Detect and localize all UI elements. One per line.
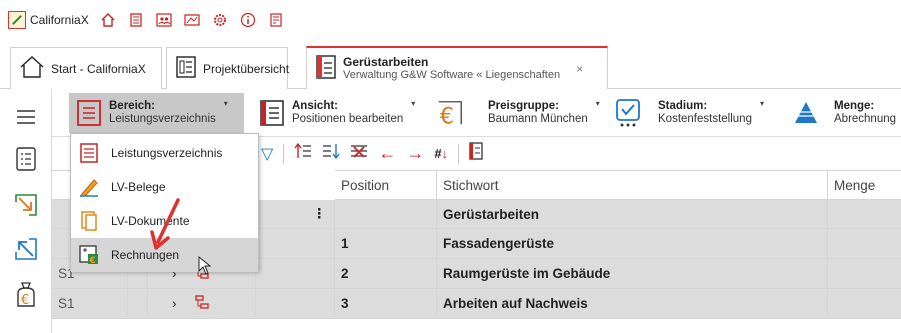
row-position: 3 — [335, 289, 437, 319]
row-position: 2 — [335, 259, 437, 289]
row-tree-cell: › — [148, 289, 256, 319]
preisgruppe-selector[interactable]: € Preisgruppe: Baumann München ▾ — [430, 93, 600, 133]
document-icon[interactable] — [469, 142, 483, 165]
row-stichwort[interactable]: Fassadengerüste — [437, 229, 828, 259]
view-document-icon — [258, 99, 286, 127]
tab-label: Projektübersicht — [203, 61, 290, 76]
document-icon — [315, 54, 337, 83]
row-prefix: S1 — [52, 289, 128, 319]
pyramid-icon — [792, 99, 820, 127]
list-document-icon — [175, 55, 197, 82]
grid-header-position[interactable]: Position — [335, 170, 437, 200]
ansicht-label: Ansicht: — [292, 100, 338, 112]
indent-up-icon[interactable] — [294, 142, 312, 165]
row-position — [335, 200, 437, 229]
row-stichwort[interactable]: Arbeiten auf Nachweis — [437, 289, 828, 319]
tab-projektuebersicht[interactable]: Projektübersicht — [166, 47, 290, 89]
map-icon[interactable] — [183, 11, 201, 29]
toolbar-separator — [458, 143, 460, 164]
row-menge — [828, 200, 901, 229]
left-sidebar: € — [0, 89, 52, 333]
hierarchy-icon — [194, 295, 209, 312]
people-icon[interactable] — [155, 11, 173, 29]
annotation-arrow-icon — [150, 198, 180, 250]
invoice-icon: € — [79, 245, 99, 265]
svg-text:€: € — [21, 293, 29, 308]
documents-icon — [79, 211, 99, 231]
preisgruppe-value: Baumann München — [488, 113, 588, 125]
hamburger-menu-icon[interactable] — [12, 103, 40, 131]
price-bag-icon[interactable]: € — [12, 281, 40, 309]
home-icon[interactable] — [99, 11, 117, 29]
stadium-label: Stadium: — [658, 100, 708, 112]
row-spacer — [256, 259, 335, 289]
preisgruppe-label: Preisgruppe: — [488, 100, 559, 112]
ansicht-selector[interactable]: Ansicht: Positionen bearbeiten ▾ — [252, 93, 420, 133]
checklist-document-icon[interactable] — [12, 145, 40, 173]
ribbon-toolbar: Bereich: Leistungsverzeichnis ▾ Ansicht:… — [52, 89, 901, 137]
pencil-icon — [79, 177, 99, 197]
row-spacer — [128, 289, 148, 319]
tab-label: Start - CaliforniaX — [51, 61, 146, 76]
menu-item-leistungsverzeichnis[interactable]: Leistungsverzeichnis — [71, 136, 258, 170]
row-position: 1 — [335, 229, 437, 259]
chevron-down-icon: ▾ — [759, 99, 764, 108]
document-list-icon — [79, 143, 99, 163]
menge-label: Menge: — [834, 100, 875, 112]
row-stichwort[interactable]: Raumgerüste im Gebäude — [437, 259, 828, 289]
menu-item-label: LV-Belege — [111, 180, 166, 194]
arrow-left-icon[interactable]: ← — [378, 143, 396, 164]
grid-header-stichwort[interactable]: Stichwort — [437, 170, 828, 200]
delete-lines-icon[interactable] — [350, 142, 368, 165]
ansicht-value: Positionen bearbeiten — [292, 113, 404, 125]
row-menu-icon[interactable]: ⋮ — [256, 200, 335, 229]
app-logo-icon — [8, 11, 26, 29]
mouse-cursor-icon — [198, 256, 212, 275]
chevron-down-icon: ▾ — [595, 99, 600, 108]
sort-number-icon[interactable]: #↓ — [434, 146, 448, 161]
grid-header-menge[interactable]: Menge — [828, 170, 901, 200]
row-menge — [828, 289, 901, 319]
menge-value: Abrechnung — [834, 113, 897, 125]
stadium-value: Kostenfeststellung — [658, 113, 752, 125]
indent-down-icon[interactable] — [322, 142, 340, 165]
row-stichwort[interactable]: Gerüstarbeiten — [437, 200, 828, 229]
row-menge — [828, 259, 901, 289]
filter-icon[interactable]: ▽ — [261, 144, 273, 164]
close-icon[interactable]: × — [576, 62, 583, 76]
gear-icon[interactable] — [211, 11, 229, 29]
bereich-selector[interactable]: Bereich: Leistungsverzeichnis ▾ — [69, 93, 244, 133]
tab-start[interactable]: Start - CaliforniaX — [10, 47, 162, 89]
stadium-selector[interactable]: Stadium: Kostenfeststellung ▾ — [608, 93, 778, 133]
grid-toolbar: ▽ ← → #↓ — [255, 137, 901, 170]
bereich-label: Bereich: — [109, 100, 156, 112]
document-list-icon — [75, 99, 103, 127]
notes-icon[interactable] — [267, 11, 285, 29]
svg-text:€: € — [89, 256, 96, 265]
menu-item-label: Leistungsverzeichnis — [111, 146, 223, 160]
svg-text:€: € — [440, 103, 454, 128]
chevron-down-icon: ▾ — [411, 99, 416, 108]
app-name: CaliforniaX — [30, 13, 89, 27]
toolbar-separator — [283, 143, 285, 164]
row-spacer — [256, 289, 335, 319]
bereich-value: Leistungsverzeichnis — [109, 113, 216, 125]
export-arrow-icon[interactable] — [12, 235, 40, 263]
checkbox-stage-icon — [614, 99, 642, 127]
document-tab-bar: Start - CaliforniaX Projektübersicht Ger… — [0, 40, 901, 89]
tab-subtitle: Verwaltung G&W Software « Liegenschaften — [343, 68, 561, 81]
expand-chevron-icon[interactable]: › — [172, 296, 177, 311]
tab-geruestarbeiten[interactable]: Gerüstarbeiten Verwaltung G&W Software «… — [306, 46, 608, 89]
row-menge — [828, 229, 901, 259]
title-bar: CaliforniaX — [0, 0, 901, 40]
import-arrow-icon[interactable] — [12, 191, 40, 219]
home-icon — [19, 55, 45, 82]
document-list-icon[interactable] — [127, 11, 145, 29]
chevron-down-icon: ▾ — [223, 99, 228, 108]
menge-selector[interactable]: Menge: Abrechnung — [786, 93, 901, 133]
arrow-right-icon[interactable]: → — [406, 143, 424, 164]
info-icon[interactable] — [239, 11, 257, 29]
euro-icon: € — [436, 99, 464, 128]
tab-title: Gerüstarbeiten — [343, 54, 429, 69]
